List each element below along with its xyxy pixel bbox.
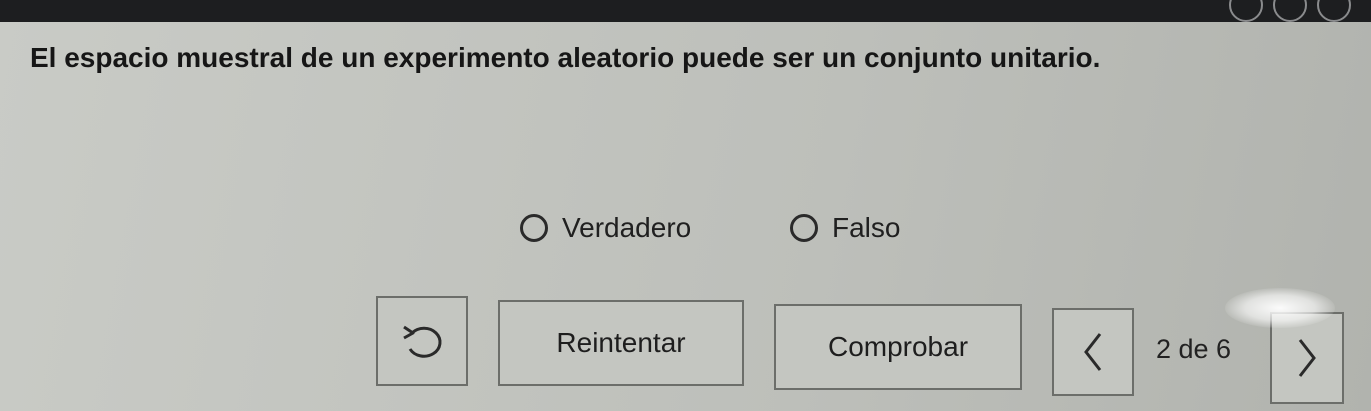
- reset-button[interactable]: [376, 296, 468, 386]
- next-button[interactable]: [1270, 312, 1344, 404]
- toolbar-icon[interactable]: [1273, 0, 1307, 22]
- chevron-right-icon: [1294, 336, 1320, 380]
- undo-arrow-icon: [398, 321, 446, 361]
- question-text: El espacio muestral de un experimento al…: [30, 42, 1101, 73]
- option-label-falso: Falso: [832, 212, 901, 243]
- top-toolbar-icons: [1229, 0, 1351, 22]
- top-bar: [0, 0, 1371, 22]
- toolbar-icon[interactable]: [1229, 0, 1263, 22]
- option-label-verdadero: Verdadero: [562, 212, 692, 243]
- option-verdadero[interactable]: Verdadero: [520, 212, 691, 244]
- chevron-left-icon: [1080, 330, 1106, 374]
- retry-button[interactable]: Reintentar: [498, 300, 744, 386]
- toolbar-icon[interactable]: [1317, 0, 1351, 22]
- check-button[interactable]: Comprobar: [774, 304, 1022, 390]
- option-falso[interactable]: Falso: [790, 212, 900, 244]
- radio-falso[interactable]: [790, 214, 818, 242]
- previous-button[interactable]: [1052, 308, 1134, 396]
- page-indicator: 2 de 6: [1156, 334, 1232, 364]
- radio-verdadero[interactable]: [520, 214, 548, 242]
